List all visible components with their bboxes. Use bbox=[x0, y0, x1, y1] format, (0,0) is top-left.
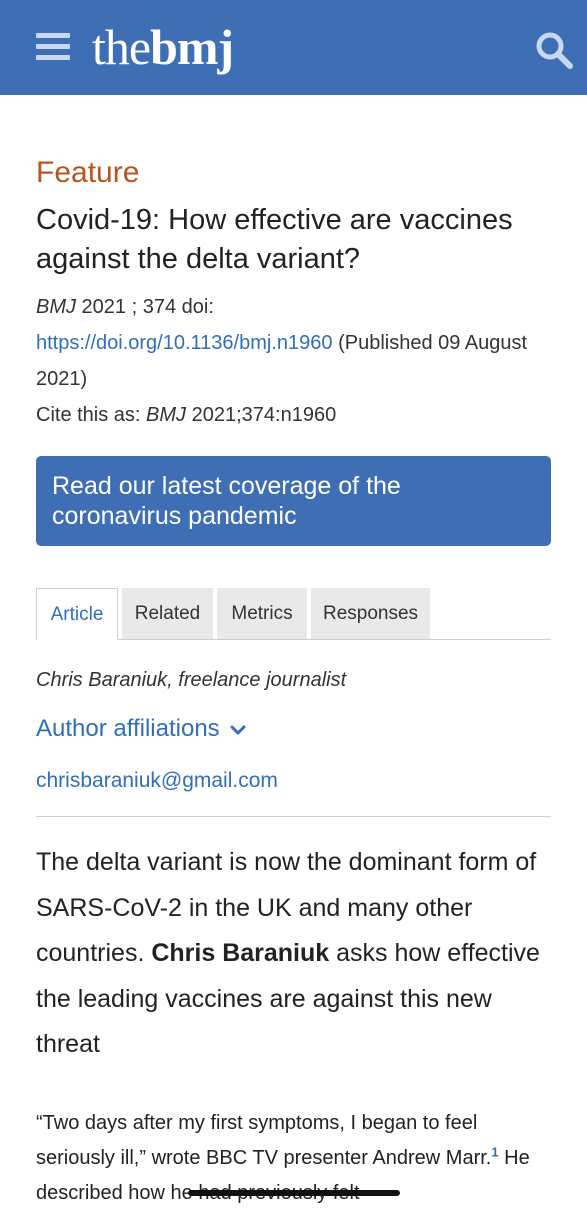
site-header: thebmj bbox=[0, 0, 587, 95]
section-label: Feature bbox=[36, 156, 140, 189]
body-text-1: “Two days after my first symptoms, I beg… bbox=[36, 1112, 492, 1169]
chevron-down-icon bbox=[230, 725, 246, 735]
reference-link[interactable]: 1 bbox=[491, 1144, 498, 1159]
cite-ref: 2021;374:n1960 bbox=[186, 404, 337, 426]
author-email-link[interactable]: chrisbaraniuk@gmail.com bbox=[36, 765, 278, 797]
home-indicator bbox=[188, 1190, 400, 1196]
standfirst-author: Chris Baraniuk bbox=[151, 939, 330, 967]
author-byline: Chris Baraniuk, freelance journalist bbox=[36, 669, 347, 691]
tab-article[interactable]: Article bbox=[36, 588, 118, 640]
cite-prefix: Cite this as: bbox=[36, 404, 147, 426]
divider bbox=[36, 816, 551, 817]
logo-bmj: bmj bbox=[150, 19, 234, 75]
article-meta: BMJ 2021 ; 374 doi: https://doi.org/10.1… bbox=[36, 289, 556, 397]
standfirst: The delta variant is now the dominant fo… bbox=[36, 840, 556, 1068]
logo-the: the bbox=[92, 19, 151, 75]
bmj-logo[interactable]: thebmj bbox=[92, 19, 234, 75]
cite-journal: BMJ bbox=[146, 404, 187, 426]
tab-related[interactable]: Related bbox=[122, 588, 213, 639]
citation: Cite this as: BMJ 2021;374:n1960 bbox=[36, 398, 336, 432]
journal-name: BMJ bbox=[36, 296, 76, 318]
hamburger-menu-icon[interactable] bbox=[36, 33, 70, 61]
article-title: Covid-19: How effective are vaccines aga… bbox=[36, 204, 513, 275]
affiliations-label: Author affiliations bbox=[36, 715, 220, 742]
tab-metrics[interactable]: Metrics bbox=[217, 588, 307, 639]
author-affiliations-toggle[interactable]: Author affiliations bbox=[36, 711, 246, 747]
article-tabs: Article Related Metrics Responses bbox=[36, 588, 551, 640]
year-volume: 2021 ; 374 doi: bbox=[76, 296, 214, 318]
coronavirus-coverage-banner[interactable]: Read our latest coverage of the coronavi… bbox=[36, 456, 551, 546]
doi-link[interactable]: https://doi.org/10.1136/bmj.n1960 bbox=[36, 332, 333, 354]
tab-responses[interactable]: Responses bbox=[311, 588, 430, 639]
search-icon[interactable] bbox=[534, 30, 574, 70]
